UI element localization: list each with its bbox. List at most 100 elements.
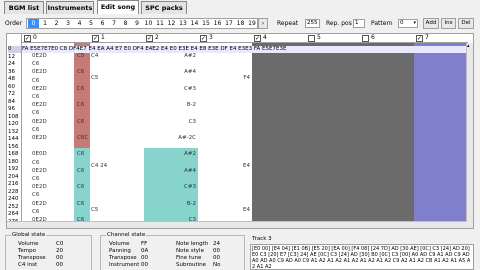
channel-7-checkbox[interactable] [416, 35, 423, 42]
row-number: 108 [8, 113, 19, 120]
row-number: 240 [8, 196, 19, 202]
ins-button[interactable]: Ins [441, 18, 456, 29]
ch0-cell-b: C5 [77, 53, 85, 59]
order-item-9[interactable]: 9 [132, 19, 143, 28]
global-state-panel: Global state Volume C0 Tempo 20 Transpose 00 C… [5, 232, 92, 270]
global-value: 20 [56, 248, 63, 254]
ch0-cell-a: C6 [32, 61, 40, 68]
order-item-8[interactable]: 8 [120, 19, 131, 28]
channel-label: Instrument [109, 262, 140, 268]
rep-pos-field[interactable]: 1 [353, 19, 365, 28]
global-value: 00 [56, 262, 63, 268]
global-label: C4 inst [18, 262, 38, 268]
order-strip[interactable]: 0 1 2 3 4 5 6 7 8 9 10 11 12 13 14 15 16 17 18 19 [26, 18, 258, 29]
row-number: 36 [8, 68, 15, 75]
order-item-17[interactable]: 17 [224, 19, 235, 28]
channel-header-4: 4 [252, 34, 306, 43]
channel-3-label: 3 [209, 34, 213, 41]
row-number: 192 [8, 166, 19, 172]
channel-value-2: No [213, 262, 221, 268]
channel-label-2: Note style [176, 248, 204, 254]
pattern-grid[interactable]: 0 12 24 36 48 60 72 84 96 108 120 132 144 156 168 180 19… [6, 33, 474, 229]
ch0-cell-a: 0E2D [32, 69, 47, 76]
repeat-field[interactable]: 255 [305, 19, 320, 28]
ch0-cell-b: C6 [77, 102, 85, 109]
channel-label-2: Fine tune [176, 255, 202, 261]
channel-header-5: 5 [306, 34, 360, 43]
global-state-title: Global state [11, 232, 47, 239]
vertical-scrollbar[interactable]: ▴ [466, 43, 473, 228]
tab-instruments[interactable]: Instruments [46, 1, 94, 14]
ch0-cell-b: C6 [77, 69, 85, 76]
ch0-cell-a: 0E2D [32, 200, 47, 207]
channel-0-checkbox[interactable] [24, 35, 31, 42]
channel-value: 0A [141, 248, 149, 254]
chevron-down-icon: ▾ [413, 20, 416, 26]
order-item-15[interactable]: 15 [201, 19, 212, 28]
channel-3-checkbox[interactable] [200, 35, 207, 42]
channel-2-checkbox[interactable] [146, 35, 153, 42]
channel-value: 00 [141, 262, 148, 268]
ch1-cell: C5 [91, 207, 99, 213]
order-item-11[interactable]: 11 [155, 19, 166, 28]
row-number: 144 [8, 136, 19, 142]
row-number: 24 [8, 61, 15, 67]
order-row: Order 0 1 2 3 4 5 6 7 8 9 10 11 12 13 14 15 16 17 18 19 › R… [0, 17, 480, 30]
channel-4-checkbox[interactable] [254, 35, 261, 42]
track-data-box[interactable]: [E0 00] [E4 04] [E1 0B] [E5 20] [EA 00] … [250, 244, 474, 270]
pattern-value: 0 [400, 20, 404, 26]
order-item-10[interactable]: 10 [143, 19, 154, 28]
ch2-cell: B-2 [186, 200, 196, 207]
channel-header-3: 3 [198, 34, 252, 43]
pattern-select[interactable]: 0 ▾ [398, 19, 418, 28]
order-item-6[interactable]: 6 [97, 19, 108, 28]
horizontal-scrollbar[interactable] [7, 221, 467, 228]
order-item-19[interactable]: 19 [247, 19, 258, 28]
order-item-18[interactable]: 18 [235, 19, 246, 28]
del-button[interactable]: Del [458, 18, 474, 29]
ch0-cell-b: C6 [77, 167, 85, 174]
row-number: 204 [8, 173, 19, 180]
ch0-cell-a: 0E2D [32, 135, 47, 141]
channel-header-0: 0 [22, 34, 90, 43]
rep-pos-label: Rep. pos [326, 20, 352, 27]
header-row: FA E5E7E7E0 C8 DF4E7 E4 EA A4 E7 E0 DF4 … [22, 46, 467, 53]
ch0-cell-a: C6 [32, 159, 40, 166]
order-item-14[interactable]: 14 [189, 19, 200, 28]
order-item-13[interactable]: 13 [178, 19, 189, 28]
order-item-5[interactable]: 5 [86, 19, 97, 28]
app-window: BGM list Instruments Edit song SPC packs… [0, 0, 480, 270]
channel-value: FF [141, 241, 148, 247]
tab-spc-packs[interactable]: SPC packs [141, 1, 187, 14]
order-scroll-button[interactable]: › [258, 18, 268, 29]
row-number: 168 [8, 151, 19, 157]
channel-0-label: 0 [33, 34, 37, 41]
row-number: 120 [8, 121, 19, 127]
order-item-2[interactable]: 2 [51, 19, 62, 28]
ch0-cell-a: C6 [32, 192, 40, 199]
ch1-cell: C5 [91, 75, 99, 81]
channel-label-2: Subroutine [176, 262, 207, 268]
global-label: Transpose [18, 255, 46, 261]
ch0-cell-a: 0E2D [32, 102, 47, 109]
order-item-7[interactable]: 7 [109, 19, 120, 28]
channel-6-checkbox[interactable] [362, 35, 369, 42]
channel-state-panel: Channel state Volume FF Panning 0A Transpose… [100, 232, 245, 270]
order-item-16[interactable]: 16 [212, 19, 223, 28]
channel-value-2: 00 [213, 248, 220, 254]
ch0-cell-a: C6 [32, 208, 40, 215]
channel-1-checkbox[interactable] [92, 35, 99, 42]
order-item-0[interactable]: 0 [28, 19, 39, 28]
global-value: 00 [56, 255, 63, 261]
order-item-3[interactable]: 3 [63, 19, 74, 28]
tab-edit-song[interactable]: Edit song [97, 0, 139, 14]
channel-header-6: 6 [360, 34, 414, 43]
row-number: 72 [8, 91, 15, 97]
channel-state-title: Channel state [106, 232, 147, 239]
order-item-12[interactable]: 12 [166, 19, 177, 28]
tab-bgm-list[interactable]: BGM list [4, 1, 44, 14]
add-button[interactable]: Add [423, 18, 439, 29]
order-item-1[interactable]: 1 [40, 19, 51, 28]
channel-5-checkbox[interactable] [308, 35, 315, 42]
order-item-4[interactable]: 4 [74, 19, 85, 28]
